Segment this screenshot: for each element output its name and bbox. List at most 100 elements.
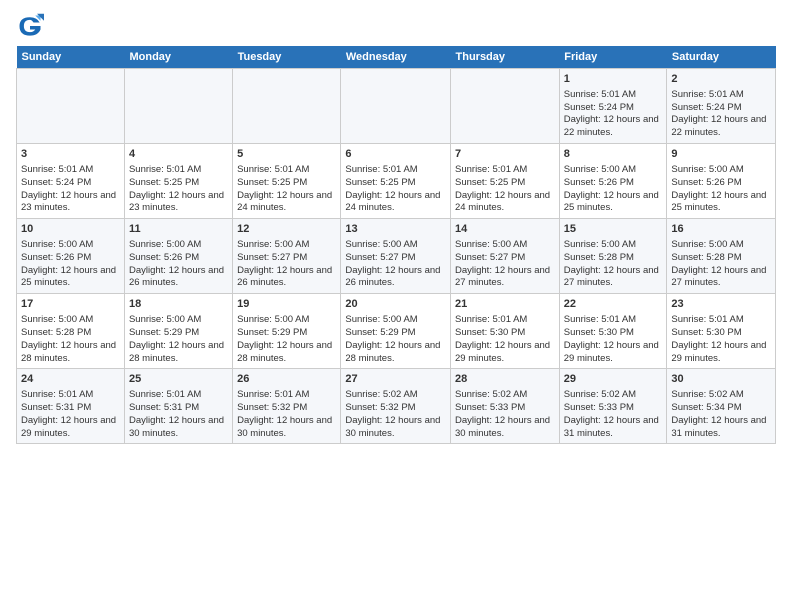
day-number: 17 — [21, 297, 120, 312]
day-number: 26 — [237, 372, 336, 387]
day-info-line: Sunrise: 5:02 AM — [455, 389, 555, 402]
day-info-line: Sunset: 5:33 PM — [455, 402, 555, 415]
day-info-line: Sunrise: 5:01 AM — [21, 164, 120, 177]
day-number: 23 — [671, 297, 771, 312]
day-info-line: Sunset: 5:32 PM — [237, 402, 336, 415]
day-info-line: Sunset: 5:24 PM — [21, 177, 120, 190]
day-number: 13 — [345, 222, 446, 237]
day-info-line: Sunrise: 5:01 AM — [129, 164, 228, 177]
day-info-line: Daylight: 12 hours and 22 minutes. — [671, 114, 771, 140]
calendar-cell: 2Sunrise: 5:01 AMSunset: 5:24 PMDaylight… — [667, 69, 776, 144]
day-info-line: Sunrise: 5:02 AM — [671, 389, 771, 402]
day-info-line: Sunrise: 5:01 AM — [129, 389, 228, 402]
day-info-line: Sunset: 5:27 PM — [455, 252, 555, 265]
day-info-line: Sunset: 5:28 PM — [671, 252, 771, 265]
day-info-line: Sunrise: 5:01 AM — [21, 389, 120, 402]
day-info-line: Sunset: 5:28 PM — [21, 327, 120, 340]
day-info-line: Sunrise: 5:01 AM — [671, 314, 771, 327]
day-info-line: Sunrise: 5:01 AM — [455, 314, 555, 327]
calendar-week-1: 1Sunrise: 5:01 AMSunset: 5:24 PMDaylight… — [17, 69, 776, 144]
header-day-sunday: Sunday — [17, 46, 125, 69]
day-info-line: Sunset: 5:32 PM — [345, 402, 446, 415]
day-info-line: Sunset: 5:24 PM — [564, 102, 663, 115]
day-info-line: Sunrise: 5:01 AM — [564, 89, 663, 102]
calendar-cell — [233, 69, 341, 144]
day-number: 2 — [671, 72, 771, 87]
calendar-cell: 9Sunrise: 5:00 AMSunset: 5:26 PMDaylight… — [667, 144, 776, 219]
day-number: 29 — [564, 372, 663, 387]
calendar-week-4: 17Sunrise: 5:00 AMSunset: 5:28 PMDayligh… — [17, 294, 776, 369]
day-info-line: Daylight: 12 hours and 29 minutes. — [21, 415, 120, 441]
day-number: 24 — [21, 372, 120, 387]
day-number: 18 — [129, 297, 228, 312]
day-info-line: Sunrise: 5:00 AM — [671, 239, 771, 252]
day-info-line: Sunset: 5:29 PM — [237, 327, 336, 340]
day-info-line: Daylight: 12 hours and 29 minutes. — [455, 340, 555, 366]
day-info-line: Sunrise: 5:00 AM — [21, 314, 120, 327]
calendar-cell: 3 Sunrise: 5:01 AMSunset: 5:24 PMDaylight… — [17, 144, 125, 219]
day-info-line: Sunrise: 5:00 AM — [345, 314, 446, 327]
day-info-line: Daylight: 12 hours and 29 minutes. — [671, 340, 771, 366]
day-info-line: Sunset: 5:30 PM — [564, 327, 663, 340]
day-info-line: Sunset: 5:28 PM — [564, 252, 663, 265]
calendar-cell: 5Sunrise: 5:01 AMSunset: 5:25 PMDaylight… — [233, 144, 341, 219]
day-info-line: Sunrise: 5:01 AM — [345, 164, 446, 177]
day-info-line: Daylight: 12 hours and 24 minutes. — [455, 190, 555, 216]
calendar-cell: 18Sunrise: 5:00 AMSunset: 5:29 PMDayligh… — [124, 294, 232, 369]
day-number: 16 — [671, 222, 771, 237]
day-info-line: Sunset: 5:25 PM — [237, 177, 336, 190]
day-info-line: Daylight: 12 hours and 23 minutes. — [129, 190, 228, 216]
day-number: 20 — [345, 297, 446, 312]
day-info-line: Daylight: 12 hours and 30 minutes. — [237, 415, 336, 441]
day-info-line: Daylight: 12 hours and 26 minutes. — [345, 265, 446, 291]
day-info-line: Daylight: 12 hours and 30 minutes. — [455, 415, 555, 441]
day-info-line: Daylight: 12 hours and 22 minutes. — [564, 114, 663, 140]
header-row: SundayMondayTuesdayWednesdayThursdayFrid… — [17, 46, 776, 69]
calendar-week-2: 3Sunrise: 5:01 AMSunset: 5:24 PMDaylight… — [17, 144, 776, 219]
calendar-cell — [341, 69, 451, 144]
day-number: 21 — [455, 297, 555, 312]
day-info-line: Sunset: 5:33 PM — [564, 402, 663, 415]
calendar-cell: 26Sunrise: 5:01 AMSunset: 5:32 PMDayligh… — [233, 369, 341, 444]
calendar-cell: 29Sunrise: 5:02 AMSunset: 5:33 PMDayligh… — [559, 369, 667, 444]
day-number: 11 — [129, 222, 228, 237]
day-info-line: Sunrise: 5:00 AM — [129, 314, 228, 327]
day-info-line: Sunrise: 5:01 AM — [237, 164, 336, 177]
day-info-line: Daylight: 12 hours and 28 minutes. — [345, 340, 446, 366]
day-info-line: Daylight: 12 hours and 28 minutes. — [21, 340, 120, 366]
calendar-cell: 24Sunrise: 5:01 AMSunset: 5:31 PMDayligh… — [17, 369, 125, 444]
day-info-line: Daylight: 12 hours and 28 minutes. — [129, 340, 228, 366]
day-info-line: Sunrise: 5:00 AM — [564, 164, 663, 177]
day-number: 8 — [564, 147, 663, 162]
calendar-cell: 21Sunrise: 5:01 AMSunset: 5:30 PMDayligh… — [451, 294, 560, 369]
day-info-line: Sunset: 5:26 PM — [21, 252, 120, 265]
day-number: 3 — [21, 147, 120, 162]
calendar-cell: 27Sunrise: 5:02 AMSunset: 5:32 PMDayligh… — [341, 369, 451, 444]
header — [16, 12, 776, 40]
day-info-line: Sunrise: 5:01 AM — [671, 89, 771, 102]
day-number: 10 — [21, 222, 120, 237]
header-day-wednesday: Wednesday — [341, 46, 451, 69]
calendar-cell: 6Sunrise: 5:01 AMSunset: 5:25 PMDaylight… — [341, 144, 451, 219]
day-info-line: Daylight: 12 hours and 26 minutes. — [237, 265, 336, 291]
calendar-cell: 14Sunrise: 5:00 AMSunset: 5:27 PMDayligh… — [451, 219, 560, 294]
day-info-line: Daylight: 12 hours and 30 minutes. — [345, 415, 446, 441]
header-day-friday: Friday — [559, 46, 667, 69]
day-number: 19 — [237, 297, 336, 312]
calendar-cell: 22Sunrise: 5:01 AMSunset: 5:30 PMDayligh… — [559, 294, 667, 369]
day-info-line: Sunrise: 5:00 AM — [564, 239, 663, 252]
day-info-line: Daylight: 12 hours and 27 minutes. — [455, 265, 555, 291]
calendar-cell: 25Sunrise: 5:01 AMSunset: 5:31 PMDayligh… — [124, 369, 232, 444]
day-info-line: Sunrise: 5:00 AM — [129, 239, 228, 252]
day-info-line: Daylight: 12 hours and 25 minutes. — [564, 190, 663, 216]
day-info-line: Sunrise: 5:00 AM — [455, 239, 555, 252]
calendar-cell: 11Sunrise: 5:00 AMSunset: 5:26 PMDayligh… — [124, 219, 232, 294]
calendar-body: 1Sunrise: 5:01 AMSunset: 5:24 PMDaylight… — [17, 69, 776, 444]
day-info-line: Daylight: 12 hours and 26 minutes. — [129, 265, 228, 291]
day-info-line: Daylight: 12 hours and 31 minutes. — [564, 415, 663, 441]
day-info-line: Daylight: 12 hours and 23 minutes. — [21, 190, 120, 216]
day-info-line: Daylight: 12 hours and 31 minutes. — [671, 415, 771, 441]
calendar-cell: 8Sunrise: 5:00 AMSunset: 5:26 PMDaylight… — [559, 144, 667, 219]
day-info-line: Sunset: 5:25 PM — [455, 177, 555, 190]
day-number: 9 — [671, 147, 771, 162]
